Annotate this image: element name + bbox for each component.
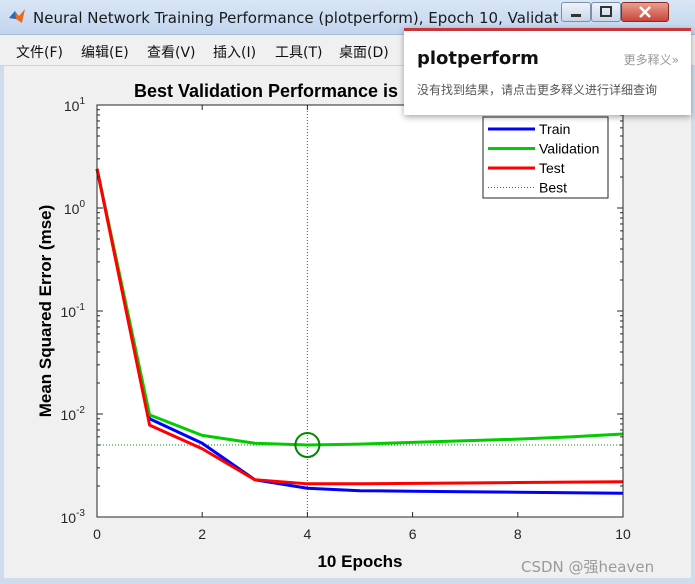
- dictionary-popup: plotperform 更多释义» 没有找到结果，请点击更多释义进行详细查询: [404, 28, 691, 115]
- minimize-icon: [571, 14, 581, 17]
- y-tick-label: 101: [64, 96, 86, 114]
- y-tick-label: 10-1: [61, 302, 86, 320]
- legend-label: Validation: [539, 141, 599, 157]
- legend-label: Test: [539, 160, 565, 176]
- watermark: CSDN @强heaven: [521, 558, 655, 576]
- y-tick-label: 100: [64, 199, 86, 217]
- x-axis-label: 10 Epochs: [317, 552, 402, 571]
- x-tick-label: 2: [198, 526, 206, 542]
- menu-file[interactable]: 文件(F): [16, 42, 63, 62]
- more-definitions-link[interactable]: 更多释义»: [624, 51, 679, 68]
- menu-tools[interactable]: 工具(T): [275, 42, 322, 62]
- menu-insert[interactable]: 插入(I): [213, 42, 256, 62]
- legend: Train Validation Test Best: [482, 116, 609, 199]
- menu-desktop[interactable]: 桌面(D): [339, 42, 389, 62]
- close-button[interactable]: [621, 2, 669, 22]
- popup-message: 没有找到结果，请点击更多释义进行详细查询: [417, 83, 658, 97]
- figure-canvas: Best Validation Performance is 0 2 4 6 8 10 1…: [4, 66, 691, 578]
- y-axis-label: Mean Squared Error (mse): [36, 205, 55, 418]
- maximize-icon: [600, 6, 612, 17]
- y-tick-label: 10-3: [61, 508, 86, 526]
- performance-chart: Best Validation Performance is 0 2 4 6 8 10 1…: [36, 81, 631, 571]
- matlab-icon: [9, 9, 25, 23]
- x-tick-label: 6: [409, 526, 417, 542]
- close-icon: [639, 6, 651, 18]
- x-tick-label: 0: [93, 526, 101, 542]
- menu-edit[interactable]: 编辑(E): [81, 42, 129, 62]
- chart-title: Best Validation Performance is: [134, 81, 398, 101]
- x-tick-label: 8: [514, 526, 522, 542]
- x-tick-label: 4: [304, 526, 312, 542]
- window-title: Neural Network Training Performance (plo…: [33, 9, 558, 27]
- legend-label: Best: [539, 180, 567, 196]
- x-tick-label: 10: [615, 526, 631, 542]
- menu-view[interactable]: 查看(V): [147, 42, 196, 62]
- legend-label: Train: [539, 121, 570, 137]
- maximize-button[interactable]: [591, 2, 621, 22]
- figure-window: Neural Network Training Performance (plo…: [0, 0, 695, 584]
- y-tick-label: 10-2: [61, 405, 86, 423]
- minimize-button[interactable]: [561, 2, 591, 22]
- popup-word: plotperform: [417, 48, 539, 69]
